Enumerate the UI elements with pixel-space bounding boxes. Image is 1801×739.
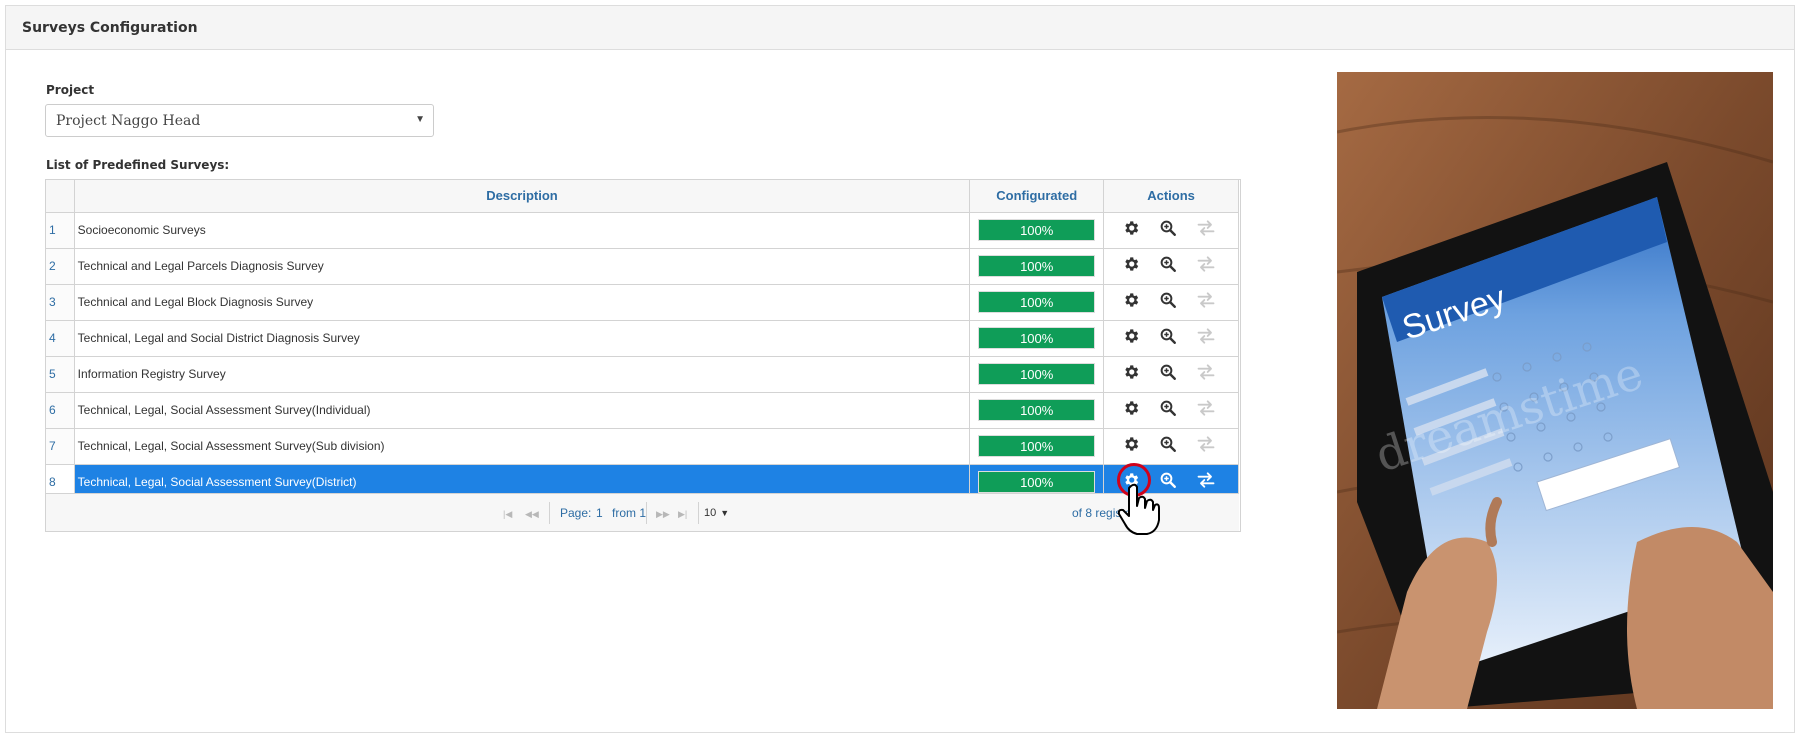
- actions-cell: [1103, 248, 1239, 285]
- next-page-icon[interactable]: ▶▶: [656, 509, 670, 520]
- hand-pointer-cursor-icon: [1117, 483, 1160, 535]
- page-size-value: 10: [704, 507, 717, 519]
- swap-arrows-icon[interactable]: [1196, 327, 1233, 349]
- zoom-in-icon[interactable]: [1159, 219, 1196, 241]
- gear-icon[interactable]: [1122, 255, 1159, 277]
- survey-description[interactable]: Technical and Legal Block Diagnosis Surv…: [74, 284, 971, 321]
- row-number: 3: [46, 284, 75, 321]
- survey-tablet-image: Survey dreamstime: [1337, 72, 1773, 709]
- prev-page-icon[interactable]: ◀◀: [525, 509, 539, 520]
- grid-pager: |◀ ◀◀ Page: 1 from 1 ▶▶ ▶| 10 ▼ of 8 regi…: [46, 493, 1239, 531]
- survey-description[interactable]: Technical and Legal Parcels Diagnosis Su…: [74, 248, 971, 285]
- gear-icon[interactable]: [1122, 363, 1159, 385]
- page-label: Page:: [560, 506, 592, 520]
- table-row[interactable]: 3 Technical and Legal Block Diagnosis Sur…: [46, 284, 1239, 321]
- table-row[interactable]: 5 Information Registry Survey 100%: [46, 356, 1239, 393]
- configured-progress: 100%: [978, 327, 1096, 349]
- configured-cell: 100%: [969, 392, 1105, 429]
- gear-icon[interactable]: [1122, 291, 1159, 313]
- configured-progress: 100%: [978, 471, 1096, 493]
- actions-cell: [1103, 284, 1239, 321]
- swap-arrows-icon[interactable]: [1196, 471, 1233, 493]
- configured-progress: 100%: [978, 291, 1096, 313]
- swap-arrows-icon[interactable]: [1196, 363, 1233, 385]
- panel-header: Surveys Configuration: [6, 6, 1794, 50]
- actions-cell: [1103, 428, 1239, 465]
- swap-arrows-icon[interactable]: [1196, 399, 1233, 421]
- configured-cell: 100%: [969, 284, 1105, 321]
- zoom-in-icon[interactable]: [1159, 435, 1196, 457]
- survey-description[interactable]: Information Registry Survey: [74, 356, 971, 393]
- first-page-icon[interactable]: |◀: [503, 509, 512, 520]
- configured-progress: 100%: [978, 399, 1096, 421]
- header-actions: Actions: [1103, 180, 1239, 213]
- configured-progress: 100%: [978, 219, 1096, 241]
- zoom-in-icon[interactable]: [1159, 291, 1196, 313]
- surveys-grid: Description Configurated Actions 1 Socioe…: [45, 179, 1241, 532]
- configured-progress: 100%: [978, 363, 1096, 385]
- zoom-in-icon[interactable]: [1159, 399, 1196, 421]
- row-number: 2: [46, 248, 75, 285]
- zoom-in-icon[interactable]: [1159, 363, 1196, 385]
- zoom-in-icon[interactable]: [1159, 255, 1196, 277]
- swap-arrows-icon[interactable]: [1196, 435, 1233, 457]
- survey-description[interactable]: Technical, Legal, Social Assessment Surv…: [74, 428, 971, 465]
- actions-cell: [1103, 320, 1239, 357]
- configured-cell: 100%: [969, 320, 1105, 357]
- page-total: from 1: [612, 506, 647, 520]
- swap-arrows-icon[interactable]: [1196, 219, 1233, 241]
- table-row[interactable]: 6 Technical, Legal, Social Assessment Sur…: [46, 392, 1239, 429]
- table-row[interactable]: 1 Socioeconomic Surveys 100%: [46, 212, 1239, 249]
- survey-description[interactable]: Socioeconomic Surveys: [74, 212, 971, 249]
- configured-progress: 100%: [978, 255, 1096, 277]
- configured-cell: 100%: [969, 428, 1105, 465]
- project-select-value: Project Naggo Head: [56, 112, 201, 129]
- actions-cell: [1103, 356, 1239, 393]
- table-row[interactable]: 4 Technical, Legal and Social District Di…: [46, 320, 1239, 357]
- swap-arrows-icon[interactable]: [1196, 291, 1233, 313]
- page-size-select[interactable]: 10 ▼: [701, 504, 737, 522]
- configured-cell: 100%: [969, 212, 1105, 249]
- row-number: 7: [46, 428, 75, 465]
- gear-icon[interactable]: [1122, 399, 1159, 421]
- zoom-in-icon[interactable]: [1159, 327, 1196, 349]
- header-configured[interactable]: Configurated: [969, 180, 1105, 213]
- configured-cell: 100%: [969, 248, 1105, 285]
- surveys-list-label: List of Predefined Surveys:: [46, 158, 230, 172]
- chevron-down-icon: ▼: [415, 114, 425, 125]
- survey-description[interactable]: Technical, Legal, Social Assessment Surv…: [74, 392, 971, 429]
- gear-icon[interactable]: [1122, 435, 1159, 457]
- table-row[interactable]: 2 Technical and Legal Parcels Diagnosis S…: [46, 248, 1239, 285]
- header-row-number: [46, 180, 75, 213]
- gear-icon[interactable]: [1122, 327, 1159, 349]
- row-number: 4: [46, 320, 75, 357]
- caret-down-icon: ▼: [720, 508, 730, 518]
- row-number: 6: [46, 392, 75, 429]
- swap-arrows-icon[interactable]: [1196, 255, 1233, 277]
- table-row[interactable]: 7 Technical, Legal, Social Assessment Sur…: [46, 428, 1239, 465]
- zoom-in-icon[interactable]: [1159, 471, 1196, 493]
- panel-title: Surveys Configuration: [22, 19, 198, 36]
- page-number[interactable]: 1: [596, 506, 603, 520]
- project-select[interactable]: Project Naggo Head ▼: [45, 104, 434, 137]
- configured-progress: 100%: [978, 435, 1096, 457]
- project-label: Project: [46, 83, 95, 97]
- last-page-icon[interactable]: ▶|: [678, 509, 687, 520]
- configured-cell: 100%: [969, 356, 1105, 393]
- actions-cell: [1103, 212, 1239, 249]
- gear-icon[interactable]: [1122, 219, 1159, 241]
- row-number: 1: [46, 212, 75, 249]
- actions-cell: [1103, 392, 1239, 429]
- row-number: 5: [46, 356, 75, 393]
- header-description[interactable]: Description: [74, 180, 971, 213]
- survey-description[interactable]: Technical, Legal and Social District Dia…: [74, 320, 971, 357]
